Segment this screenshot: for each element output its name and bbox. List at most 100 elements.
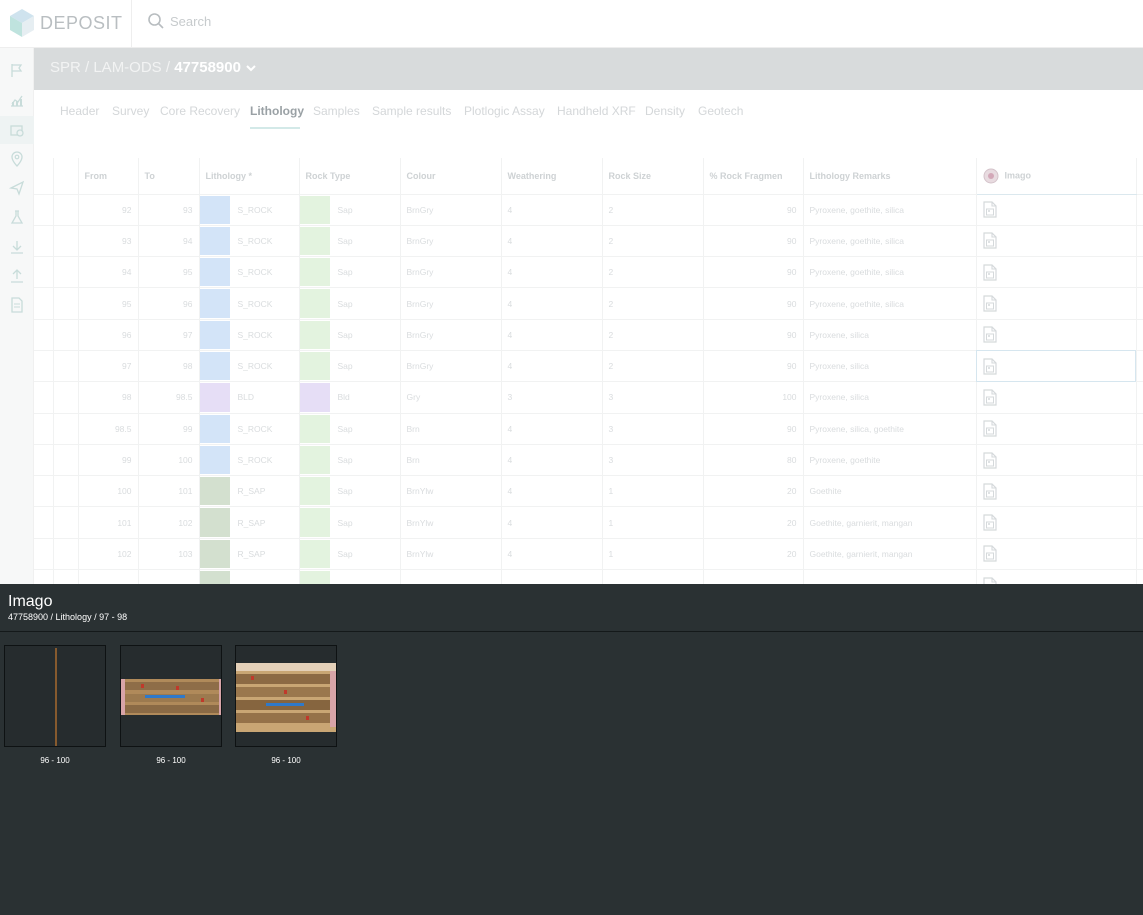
col-imago[interactable]: Imago bbox=[976, 158, 1137, 195]
cell-rock-size[interactable]: 1 bbox=[602, 506, 704, 539]
breadcrumb-path[interactable]: SPR / LAM-ODS / bbox=[50, 59, 174, 76]
cell-from[interactable]: 95 bbox=[78, 287, 139, 320]
row-select-cell[interactable] bbox=[53, 194, 79, 226]
row-select-cell[interactable] bbox=[53, 287, 79, 320]
cell-lithology-remarks[interactable]: Pyroxene, silica bbox=[803, 381, 977, 414]
cell-to[interactable]: 102 bbox=[138, 506, 200, 539]
cell-rock-fragment[interactable]: 100 bbox=[703, 381, 804, 414]
cell-rock-size[interactable]: 2 bbox=[602, 350, 704, 383]
cell-colour[interactable]: Brn bbox=[400, 444, 502, 477]
cell-rock-type[interactable]: Sap bbox=[299, 538, 401, 571]
cell-lithology-remarks[interactable]: Pyroxene, goethite, silica bbox=[803, 194, 977, 226]
cell-to[interactable]: 99 bbox=[138, 413, 200, 445]
cell-weathering[interactable]: 4 bbox=[501, 538, 603, 571]
cell-imago[interactable] bbox=[976, 538, 1137, 571]
table-row[interactable]: 102 103 R_SAP Sap BrnYlw 4 1 20 Goethite, garnie… bbox=[34, 538, 1143, 571]
row-select-cell[interactable] bbox=[53, 506, 79, 539]
col-rock-fragment[interactable]: % Rock Fragmen bbox=[703, 158, 804, 195]
cell-rock-fragment[interactable] bbox=[703, 569, 804, 584]
table-row[interactable]: 96 97 S_ROCK Sap BrnGry 4 2 90 Pyroxene, silica bbox=[34, 319, 1143, 351]
cell-imago[interactable] bbox=[976, 225, 1137, 258]
sidebar-item-upload[interactable] bbox=[0, 262, 34, 290]
cell-colour[interactable]: BrnYlw bbox=[400, 538, 502, 571]
cell-weathering[interactable]: 4 bbox=[501, 256, 603, 289]
cell-lithology[interactable]: S_ROCK bbox=[199, 256, 300, 289]
cell-lithology-remarks[interactable]: Pyroxene, silica bbox=[803, 350, 977, 383]
cell-to[interactable]: 94 bbox=[138, 225, 200, 258]
cell-colour[interactable] bbox=[400, 569, 502, 584]
cell-lithology-remarks[interactable] bbox=[803, 569, 977, 584]
cell-from[interactable]: 101 bbox=[78, 506, 139, 539]
cell-lithology[interactable]: R_SAP bbox=[199, 475, 300, 508]
cell-weathering[interactable]: 4 bbox=[501, 475, 603, 508]
row-select-cell[interactable] bbox=[53, 319, 79, 351]
cell-rock-size[interactable]: 3 bbox=[602, 413, 704, 445]
cell-rock-fragment[interactable]: 90 bbox=[703, 350, 804, 383]
cell-imago[interactable] bbox=[976, 506, 1137, 539]
row-handle[interactable] bbox=[34, 506, 54, 539]
row-handle[interactable] bbox=[34, 569, 54, 584]
row-handle[interactable] bbox=[34, 225, 54, 258]
cell-rock-size[interactable]: 3 bbox=[602, 381, 704, 414]
cell-lithology[interactable]: R_SAP bbox=[199, 538, 300, 571]
cell-rock-type[interactable] bbox=[299, 569, 401, 584]
cell-rock-fragment[interactable]: 90 bbox=[703, 225, 804, 258]
cell-rock-fragment[interactable]: 80 bbox=[703, 444, 804, 477]
tab-header[interactable]: Header bbox=[60, 104, 99, 118]
tab-lithology[interactable]: Lithology bbox=[250, 104, 304, 118]
cell-rock-type[interactable]: Sap bbox=[299, 287, 401, 320]
tab-core-recovery[interactable]: Core Recovery bbox=[160, 104, 240, 118]
cell-from[interactable] bbox=[78, 569, 139, 584]
row-select-cell[interactable] bbox=[53, 569, 79, 584]
cell-from[interactable]: 97 bbox=[78, 350, 139, 383]
col-to[interactable]: To bbox=[138, 158, 200, 195]
imago-thumbnail[interactable] bbox=[4, 645, 106, 747]
cell-lithology-remarks[interactable]: Goethite, garnierit, mangan bbox=[803, 506, 977, 539]
cell-lithology-remarks[interactable]: Pyroxene, goethite bbox=[803, 444, 977, 477]
cell-imago[interactable] bbox=[976, 350, 1137, 383]
table-row[interactable]: 94 95 S_ROCK Sap BrnGry 4 2 90 Pyroxene, goethit… bbox=[34, 256, 1143, 289]
sidebar-item-lab[interactable] bbox=[0, 203, 34, 231]
row-select-cell[interactable] bbox=[53, 381, 79, 414]
cell-from[interactable]: 94 bbox=[78, 256, 139, 289]
col-lithology-remarks[interactable]: Lithology Remarks bbox=[803, 158, 977, 195]
table-row[interactable]: 101 102 R_SAP Sap BrnYlw 4 1 20 Goethite, garnie… bbox=[34, 506, 1143, 539]
cell-imago[interactable] bbox=[976, 569, 1137, 584]
cell-rock-type[interactable]: Sap bbox=[299, 475, 401, 508]
cell-imago[interactable] bbox=[976, 319, 1137, 351]
cell-weathering[interactable]: 4 bbox=[501, 413, 603, 445]
cell-colour[interactable]: BrnGry bbox=[400, 319, 502, 351]
logo[interactable]: DEPOSIT bbox=[8, 6, 128, 40]
cell-lithology[interactable]: S_ROCK bbox=[199, 287, 300, 320]
cell-colour[interactable]: Brn bbox=[400, 413, 502, 445]
tab-survey[interactable]: Survey bbox=[112, 104, 149, 118]
cell-lithology-remarks[interactable]: Goethite, garnierit, mangan bbox=[803, 538, 977, 571]
cell-imago[interactable] bbox=[976, 194, 1137, 226]
col-colour[interactable]: Colour bbox=[400, 158, 502, 195]
cell-rock-fragment[interactable]: 90 bbox=[703, 413, 804, 445]
cell-colour[interactable]: BrnGry bbox=[400, 225, 502, 258]
cell-colour[interactable]: BrnYlw bbox=[400, 475, 502, 508]
cell-imago[interactable] bbox=[976, 287, 1137, 320]
sidebar-item-document[interactable] bbox=[0, 291, 34, 319]
cell-to[interactable]: 103 bbox=[138, 538, 200, 571]
cell-rock-fragment[interactable]: 90 bbox=[703, 287, 804, 320]
table-row[interactable]: 92 93 S_ROCK Sap BrnGry 4 2 90 Pyroxene, goethit… bbox=[34, 194, 1143, 226]
row-handle[interactable] bbox=[34, 444, 54, 477]
col-lithology[interactable]: Lithology * bbox=[199, 158, 300, 195]
cell-lithology[interactable]: BLD bbox=[199, 381, 300, 414]
cell-colour[interactable]: BrnGry bbox=[400, 256, 502, 289]
cell-rock-type[interactable]: Sap bbox=[299, 225, 401, 258]
cell-lithology[interactable]: S_ROCK bbox=[199, 319, 300, 351]
cell-to[interactable]: 98.5 bbox=[138, 381, 200, 414]
cell-weathering[interactable]: 4 bbox=[501, 444, 603, 477]
col-rock-type[interactable]: Rock Type bbox=[299, 158, 401, 195]
cell-imago[interactable] bbox=[976, 381, 1137, 414]
tab-sample-results[interactable]: Sample results bbox=[372, 104, 451, 118]
cell-to[interactable]: 101 bbox=[138, 475, 200, 508]
row-handle[interactable] bbox=[34, 287, 54, 320]
cell-colour[interactable]: BrnGry bbox=[400, 350, 502, 383]
cell-rock-size[interactable]: 2 bbox=[602, 256, 704, 289]
cell-to[interactable]: 98 bbox=[138, 350, 200, 383]
cell-lithology[interactable]: S_ROCK bbox=[199, 225, 300, 258]
